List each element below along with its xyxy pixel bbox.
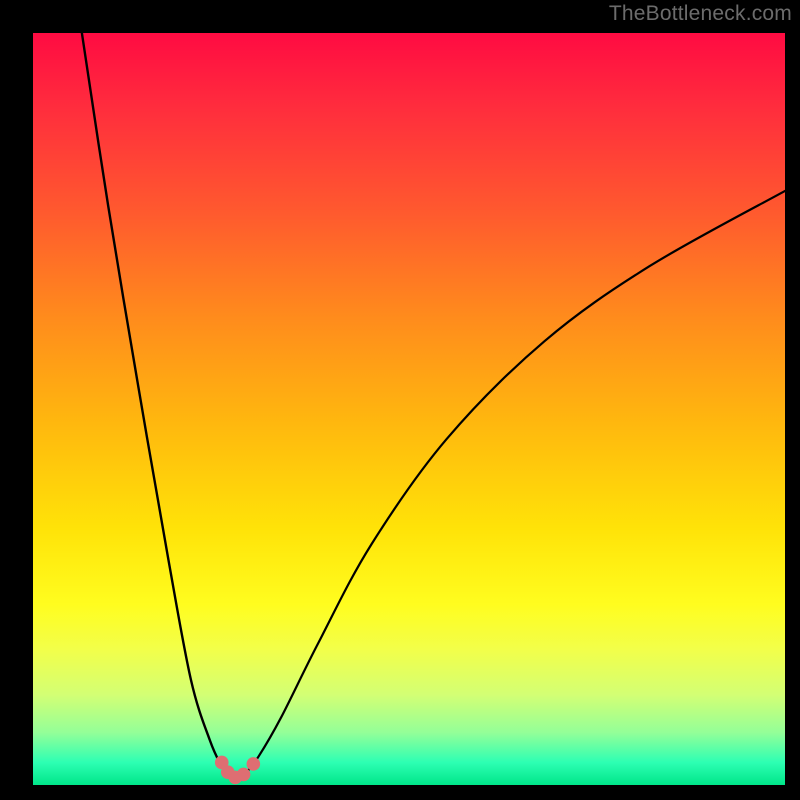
data-marker <box>237 768 251 782</box>
curve-right-branch <box>236 191 785 779</box>
chart-frame: TheBottleneck.com <box>0 0 800 800</box>
marker-cluster <box>215 756 260 785</box>
watermark-text: TheBottleneck.com <box>609 2 792 26</box>
data-marker <box>247 757 261 771</box>
curve-left-branch <box>82 33 236 779</box>
plot-area <box>33 33 785 785</box>
curve-layer <box>33 33 785 785</box>
